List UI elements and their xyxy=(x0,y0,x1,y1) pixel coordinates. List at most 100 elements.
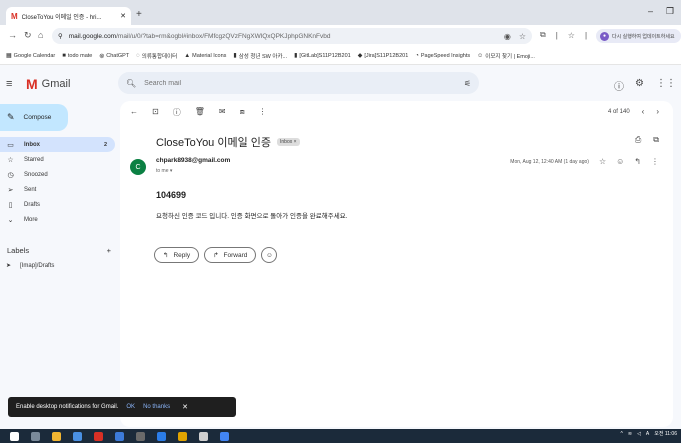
clock-icon: ◷ xyxy=(7,171,14,179)
reload-icon[interactable]: ↻ xyxy=(24,30,32,41)
bookmarks-bar: ▦ Google Calendar ■ todo mate ֍ ChatGPT ◌ 의류통합데… xyxy=(0,47,681,65)
app-icon[interactable] xyxy=(220,431,229,441)
input-lang[interactable]: A xyxy=(646,431,649,437)
bookmark-item[interactable]: ◔ PageSpeed Insights xyxy=(415,53,470,59)
bookmark-item[interactable]: ☺ 이모지 찾기 | Emoji... xyxy=(477,52,535,60)
sidebar-item-sent[interactable]: ➢ Sent xyxy=(0,182,118,197)
restore-icon[interactable]: ❐ xyxy=(666,6,674,17)
forward-nav-icon[interactable]: → xyxy=(8,30,17,40)
settings-gear-icon[interactable]: ⚙ xyxy=(635,78,644,89)
help-icon[interactable]: ⓘ xyxy=(614,78,624,93)
bookmark-item[interactable]: ■ todo mate xyxy=(62,53,92,59)
sidebar-item-more[interactable]: ⌄ More xyxy=(0,212,118,227)
next-icon[interactable]: › xyxy=(656,107,659,116)
star-toggle-icon[interactable]: ☆ xyxy=(599,157,606,166)
delete-icon[interactable]: 🗑︎ xyxy=(195,107,205,118)
search-options-icon[interactable]: ⚟ xyxy=(464,79,471,88)
sidebar-label-imap-drafts[interactable]: ➤ [Imap]/Drafts xyxy=(6,262,55,270)
reply-icon[interactable]: ↰ xyxy=(634,157,641,166)
app-icon[interactable] xyxy=(199,431,208,441)
divider-icon: | xyxy=(555,30,558,40)
tray-chevron-icon[interactable]: ^ xyxy=(621,431,623,437)
profile-update-pill[interactable]: ● 다시 실행하여 업데이트하세요 xyxy=(596,29,681,43)
main-menu-icon[interactable]: ≡ xyxy=(6,78,12,90)
message-body: 요청하신 인증 코드 입니다. 인증 화면으로 돌아가 인증을 완료해주세요. xyxy=(156,213,348,220)
os-taskbar: ^ ≋ ◁ A 오전 11:06 xyxy=(0,429,681,443)
draft-icon: ▯ xyxy=(8,201,13,209)
search-input[interactable] xyxy=(144,79,456,87)
sidebar-item-snoozed[interactable]: ◷ Snoozed xyxy=(0,167,118,182)
search-icon[interactable]: 🔍︎ xyxy=(126,79,136,88)
vscode-icon[interactable] xyxy=(157,431,166,441)
site-info-icon[interactable]: ⚲ xyxy=(58,32,63,40)
recipient-dropdown[interactable]: to me ▾ xyxy=(156,168,172,174)
minimize-icon[interactable]: – xyxy=(648,6,653,16)
forward-button[interactable]: ↱ Forward xyxy=(204,247,257,263)
profile-avatar: ● xyxy=(600,31,609,41)
more-vert-icon[interactable]: ⋮ xyxy=(651,157,659,166)
network-icon[interactable]: ≋ xyxy=(628,431,632,437)
compose-label: Compose xyxy=(23,114,52,121)
bookmark-star-icon[interactable]: ☆ xyxy=(519,32,526,41)
bookmark-item[interactable]: ▲ Material Icons xyxy=(184,53,226,59)
bookmark-item[interactable]: ֍ ChatGPT xyxy=(99,52,129,60)
new-tab-icon[interactable]: + xyxy=(136,9,142,20)
add-label-button[interactable]: + xyxy=(107,246,111,255)
more-vert-icon[interactable]: ⋮ xyxy=(259,107,267,118)
eye-icon[interactable]: ◉ xyxy=(504,32,511,41)
compose-button[interactable]: ✎ Compose xyxy=(0,104,68,131)
extensions-icon[interactable]: ⧉ xyxy=(540,30,546,40)
app-icon[interactable] xyxy=(136,431,145,441)
inbox-icon: ▭ xyxy=(7,141,14,149)
snackbar-close-icon[interactable]: ✕ xyxy=(182,403,188,411)
print-icon[interactable]: ⎙ xyxy=(635,135,641,145)
emoji-button[interactable]: ☺ xyxy=(261,247,278,263)
bookmark-item[interactable]: ▮ 삼성 청년 SW 아카... xyxy=(233,52,287,60)
sidebar-item-starred[interactable]: ☆ Starred xyxy=(0,152,118,167)
tab-close-icon[interactable]: ✕ xyxy=(120,12,126,20)
emoji-icon: ☺ xyxy=(477,52,484,59)
archive-icon[interactable]: ⊡ xyxy=(152,107,159,118)
back-arrow-icon[interactable]: ← xyxy=(130,107,138,118)
bookmark-label: [Jira]S11P12B201 xyxy=(364,52,409,59)
label-name: [Imap]/Drafts xyxy=(20,262,55,269)
bookmark-item[interactable]: ◆ [Jira]S11P12B201 xyxy=(357,52,409,60)
sidebar-item-label: Snoozed xyxy=(24,171,48,178)
app-icon[interactable] xyxy=(115,431,124,441)
sidebar-item-drafts[interactable]: ▯ Drafts xyxy=(0,197,118,212)
reply-button[interactable]: ↰ Reply xyxy=(154,247,200,263)
prev-icon[interactable]: ‹ xyxy=(642,107,645,116)
apps-grid-icon[interactable]: ⋮⋮ xyxy=(656,78,676,89)
gmail-logo[interactable]: M Gmail xyxy=(26,76,70,92)
search-bar[interactable]: 🔍︎ ⚟ xyxy=(118,72,479,94)
home-icon[interactable]: ⌂ xyxy=(38,30,43,40)
move-to-icon[interactable]: ⧈ xyxy=(240,107,245,118)
app-icon[interactable] xyxy=(94,431,103,441)
report-spam-icon[interactable]: ⓘ xyxy=(173,107,181,118)
mark-unread-icon[interactable]: ✉ xyxy=(219,107,226,118)
search-taskbar-icon[interactable] xyxy=(31,431,40,441)
message-subject: CloseToYou 이메일 인증 Inbox × xyxy=(156,134,300,150)
bookmark-item[interactable]: ▮ [GitLab]S11P12B201 xyxy=(294,52,351,60)
volume-icon[interactable]: ◁ xyxy=(637,431,641,437)
bookmark-item[interactable]: ◌ 의류통합데이터 xyxy=(136,52,177,60)
bookmark-item[interactable]: ▦ Google Calendar xyxy=(6,52,55,60)
emoji-react-icon[interactable]: ☺ xyxy=(616,157,624,166)
app-icon[interactable] xyxy=(178,431,187,441)
message-toolbar: ← ⊡ ⓘ 🗑︎ ✉ ⧈ ⋮ xyxy=(130,107,267,118)
snackbar-ok-button[interactable]: OK xyxy=(126,404,135,410)
url-omnibox[interactable]: ⚲ mail.google.com/mail/u/0/?tab=rm&ogbl#… xyxy=(52,28,532,44)
inbox-label-badge[interactable]: Inbox × xyxy=(277,138,300,146)
sidebar-item-inbox[interactable]: ▭ Inbox 2 xyxy=(0,137,115,152)
open-new-window-icon[interactable]: ⧉ xyxy=(653,135,659,145)
sidebar-item-label: More xyxy=(24,216,38,223)
bookmarks-icon[interactable]: ☆ xyxy=(568,31,575,40)
start-icon[interactable] xyxy=(10,431,19,441)
snackbar-no-thanks-button[interactable]: No thanks xyxy=(143,404,170,410)
explorer-icon[interactable] xyxy=(52,431,61,441)
jira-icon: ◆ xyxy=(357,53,363,59)
chrome-icon[interactable] xyxy=(73,431,82,441)
clock[interactable]: 오전 11:06 xyxy=(654,430,677,437)
browser-tab[interactable]: M CloseToYou 이메일 인증 - hri... ✕ xyxy=(6,7,131,25)
bookmark-label: 이모지 찾기 | Emoji... xyxy=(485,53,535,60)
